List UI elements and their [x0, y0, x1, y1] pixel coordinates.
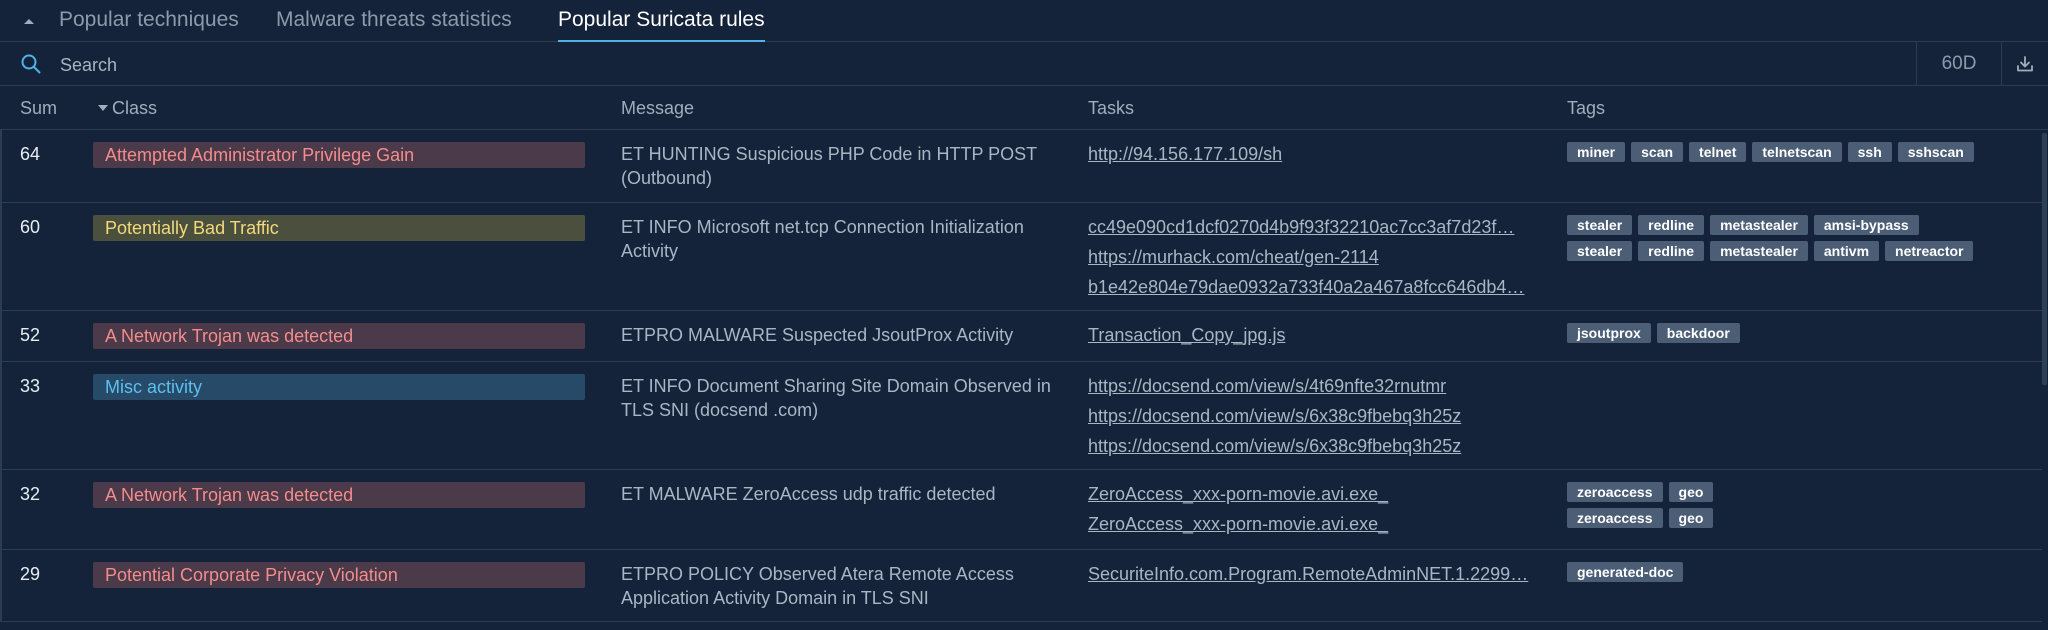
- tag-chip[interactable]: redline: [1638, 215, 1705, 235]
- tag-chip[interactable]: antivm: [1813, 241, 1880, 261]
- tag-chip[interactable]: geo: [1668, 482, 1714, 502]
- tags-cell: miner scan telnet telnetscan ssh sshscan: [1567, 142, 2017, 168]
- task-link[interactable]: https://docsend.com/view/s/6x38c9fbebq3h…: [1088, 404, 1536, 428]
- search-icon: [21, 54, 41, 74]
- tasks-cell: cc49e090cd1dcf0270d4b9f93f32210ac7cc3af7…: [1088, 215, 1536, 305]
- tag-chip[interactable]: zeroaccess: [1567, 482, 1663, 502]
- tag-chip[interactable]: zeroaccess: [1567, 508, 1663, 528]
- column-header-tags[interactable]: Tags: [1567, 86, 1605, 130]
- message-cell: ET INFO Document Sharing Site Domain Obs…: [621, 376, 1051, 420]
- class-badge: Potential Corporate Privacy Violation: [93, 562, 585, 588]
- search-input[interactable]: [58, 50, 1912, 80]
- table-row[interactable]: 32 A Network Trojan was detected ET MALWAR…: [0, 470, 2044, 550]
- message-cell: ET MALWARE ZeroAccess udp traffic detect…: [621, 484, 996, 504]
- tag-chip[interactable]: generated-doc: [1567, 562, 1684, 582]
- tab-malware-threats-statistics[interactable]: Malware threats statistics: [276, 0, 512, 42]
- tag-chip[interactable]: stealer: [1567, 241, 1633, 261]
- tags-cell: zeroaccess geo zeroaccess geo: [1567, 482, 1737, 534]
- column-header-message[interactable]: Message: [621, 86, 694, 130]
- tag-chip[interactable]: backdoor: [1656, 323, 1740, 343]
- table-row[interactable]: 29 Potential Corporate Privacy Violation E…: [0, 550, 2044, 622]
- column-header-class-label: Class: [112, 98, 158, 118]
- message-cell: ET INFO Microsoft net.tcp Connection Ini…: [621, 217, 1024, 261]
- tag-chip[interactable]: jsoutprox: [1567, 323, 1651, 343]
- tag-chip[interactable]: miner: [1567, 142, 1626, 162]
- tasks-cell: http://94.156.177.109/sh: [1088, 142, 1536, 172]
- sum-cell: 32: [20, 484, 41, 504]
- tag-chip[interactable]: telnet: [1689, 142, 1747, 162]
- class-badge: Misc activity: [93, 374, 585, 400]
- column-header-tasks[interactable]: Tasks: [1088, 86, 1134, 130]
- chevron-up-icon: [24, 19, 34, 24]
- sum-cell: 29: [20, 564, 41, 584]
- tag-chip[interactable]: stealer: [1567, 215, 1633, 235]
- sum-cell: 33: [20, 376, 41, 396]
- download-button[interactable]: [2002, 42, 2048, 85]
- table-header: Sum Class Message Tasks Tags: [0, 86, 2048, 130]
- class-badge: A Network Trojan was detected: [93, 323, 585, 349]
- task-link[interactable]: cc49e090cd1dcf0270d4b9f93f32210ac7cc3af7…: [1088, 215, 1536, 239]
- download-icon: [2017, 55, 2033, 71]
- tags-cell: generated-doc: [1567, 562, 2017, 588]
- sum-cell: 52: [20, 325, 41, 345]
- tab-popular-techniques[interactable]: Popular techniques: [59, 0, 239, 42]
- column-header-sum[interactable]: Sum: [20, 86, 57, 130]
- table-row[interactable]: 60 Potentially Bad Traffic ET INFO Microso…: [0, 203, 2044, 311]
- tag-chip[interactable]: redline: [1638, 241, 1705, 261]
- table-row[interactable]: 52 A Network Trojan was detected ETPRO MAL…: [0, 311, 2044, 362]
- search-bar: 60D: [0, 42, 2048, 86]
- task-link[interactable]: ZeroAccess_xxx-porn-movie.avi.exe_: [1088, 512, 1536, 536]
- tab-popular-suricata-rules[interactable]: Popular Suricata rules: [558, 0, 765, 42]
- task-link[interactable]: Transaction_Copy_jpg.js: [1088, 323, 1536, 347]
- tasks-cell: https://docsend.com/view/s/4t69nfte32rnu…: [1088, 374, 1536, 464]
- task-link[interactable]: https://docsend.com/view/s/6x38c9fbebq3h…: [1088, 434, 1536, 458]
- tabs-bar: Popular techniques Malware threats stati…: [0, 0, 2048, 42]
- task-link[interactable]: https://docsend.com/view/s/4t69nfte32rnu…: [1088, 374, 1536, 398]
- period-selector[interactable]: 60D: [1916, 42, 2002, 85]
- class-badge: Potentially Bad Traffic: [93, 215, 585, 241]
- tag-chip[interactable]: scan: [1631, 142, 1684, 162]
- table-row[interactable]: 33 Misc activity ET INFO Document Sharing …: [0, 362, 2044, 470]
- tag-chip[interactable]: amsi-bypass: [1813, 215, 1919, 235]
- task-link[interactable]: ZeroAccess_xxx-porn-movie.avi.exe_: [1088, 482, 1536, 506]
- tag-chip[interactable]: ssh: [1847, 142, 1892, 162]
- tags-cell: stealer redline metastealer amsi-bypass stea…: [1567, 215, 1987, 267]
- column-header-class[interactable]: Class: [98, 86, 157, 130]
- table-row[interactable]: 64 Attempted Administrator Privilege Gain…: [0, 130, 2044, 203]
- message-cell: ETPRO POLICY Observed Atera Remote Acces…: [621, 564, 1014, 608]
- tags-cell: jsoutprox backdoor: [1567, 323, 2017, 349]
- scrollbar-thumb[interactable]: [2042, 133, 2047, 385]
- task-link[interactable]: http://94.156.177.109/sh: [1088, 142, 1536, 166]
- tag-chip[interactable]: metastealer: [1710, 215, 1808, 235]
- class-badge: Attempted Administrator Privilege Gain: [93, 142, 585, 168]
- sum-cell: 64: [20, 144, 41, 164]
- message-cell: ET HUNTING Suspicious PHP Code in HTTP P…: [621, 144, 1037, 188]
- tasks-cell: ZeroAccess_xxx-porn-movie.avi.exe_ ZeroAc…: [1088, 482, 1536, 542]
- tag-chip[interactable]: sshscan: [1897, 142, 1974, 162]
- task-link[interactable]: SecuriteInfo.com.Program.RemoteAdminNET.…: [1088, 562, 1536, 586]
- message-cell: ETPRO MALWARE Suspected JsoutProx Activi…: [621, 325, 1014, 345]
- task-link[interactable]: https://murhack.com/cheat/gen-2114: [1088, 245, 1536, 269]
- task-link[interactable]: b1e42e804e79dae0932a733f40a2a467a8fcc646…: [1088, 275, 1536, 299]
- sum-cell: 60: [20, 217, 41, 237]
- collapse-button[interactable]: [22, 14, 36, 28]
- tag-chip[interactable]: netreactor: [1885, 241, 1974, 261]
- tag-chip[interactable]: geo: [1668, 508, 1714, 528]
- tag-chip[interactable]: telnetscan: [1752, 142, 1842, 162]
- tasks-cell: SecuriteInfo.com.Program.RemoteAdminNET.…: [1088, 562, 1536, 592]
- tag-chip[interactable]: metastealer: [1710, 241, 1808, 261]
- tasks-cell: Transaction_Copy_jpg.js: [1088, 323, 1536, 353]
- sort-descending-icon: [98, 105, 108, 112]
- class-badge: A Network Trojan was detected: [93, 482, 585, 508]
